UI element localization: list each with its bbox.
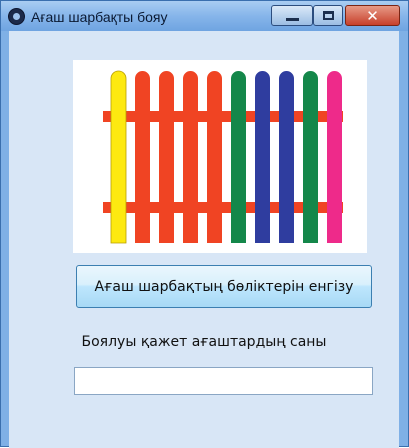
fence-picket [159, 71, 174, 243]
fence-picture [73, 60, 367, 253]
close-button[interactable]: ✕ [345, 5, 400, 26]
close-icon: ✕ [366, 6, 379, 25]
window-title: Ағаш шарбақты бояу [31, 9, 168, 25]
fence-picket [255, 71, 270, 243]
minimize-icon [285, 18, 299, 21]
app-window: Ағаш шарбақты бояу ✕ Ағаш шарбақтың бөлі… [0, 0, 409, 448]
fence-picket [183, 71, 198, 243]
fence-picket [135, 71, 150, 243]
title-bar[interactable]: Ағаш шарбақты бояу ✕ [1, 1, 408, 31]
maximize-icon [322, 11, 334, 20]
enter-fence-parts-button[interactable]: Ағаш шарбақтың бөліктерін енгізу [76, 265, 372, 308]
fence-picket [207, 71, 222, 243]
maximize-button[interactable] [313, 5, 343, 26]
minimize-button[interactable] [271, 5, 313, 26]
fence-picket [279, 71, 294, 243]
fence-picket [327, 71, 342, 243]
boards-count-label: Боялуы қажет ағаштардың саны [81, 334, 327, 350]
form-client-area: Ағаш шарбақтың бөліктерін енгізу Боялуы … [9, 31, 399, 448]
fence-picket [231, 71, 246, 243]
app-icon [8, 8, 25, 25]
fence-picket [303, 71, 318, 243]
fence-picket [110, 70, 127, 244]
fence-image [103, 70, 343, 244]
boards-count-input[interactable] [74, 367, 373, 395]
